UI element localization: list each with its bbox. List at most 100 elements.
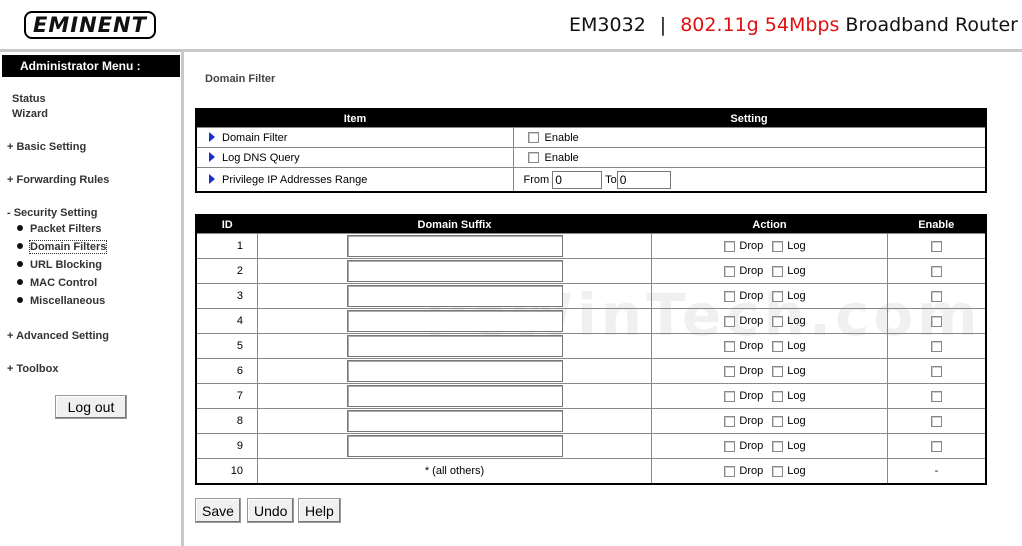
help-button[interactable]: Help	[298, 498, 341, 523]
log-label: Log	[787, 340, 806, 353]
drop-label: Drop	[739, 415, 764, 428]
column-header-domain-suffix: Domain Suffix	[257, 215, 652, 234]
enable-checkbox[interactable]	[931, 290, 942, 302]
enable-checkbox[interactable]	[931, 390, 942, 402]
domain-suffix-input[interactable]	[346, 410, 563, 432]
sidebar-item-forwarding-rules[interactable]: + Forwarding Rules	[7, 174, 109, 186]
domain-suffix-input[interactable]	[346, 310, 563, 332]
row-id: 8	[195, 408, 258, 434]
row-id: 5	[195, 333, 258, 359]
domain-filter-enable-checkbox[interactable]	[527, 132, 539, 144]
enable-checkbox[interactable]	[931, 340, 942, 352]
row-id: 7	[195, 383, 258, 409]
log-label: Log	[787, 315, 806, 328]
domain-suffix-input[interactable]	[346, 235, 563, 257]
log-checkbox[interactable]	[772, 340, 784, 352]
bullet-icon	[17, 243, 23, 250]
save-button[interactable]: Save	[195, 498, 241, 523]
drop-checkbox[interactable]	[724, 415, 736, 427]
drop-label: Drop	[739, 265, 764, 278]
domain-suffix-input[interactable]	[346, 260, 563, 282]
sidebar-subitem-url-blocking[interactable]: URL Blocking	[17, 259, 102, 271]
privilege-ip-to-input[interactable]	[616, 170, 671, 189]
drop-checkbox[interactable]	[724, 290, 736, 302]
drop-label: Drop	[739, 465, 764, 478]
sidebar-item-basic-setting[interactable]: + Basic Setting	[7, 141, 86, 153]
drop-label: Drop	[739, 365, 764, 378]
product-title: EM3032 | 802.11g 54Mbps Broadband Router	[569, 14, 1018, 36]
row-id: 10	[195, 458, 258, 485]
arrow-right-icon	[209, 173, 215, 184]
model-label: EM3032	[569, 14, 646, 36]
from-label: From	[523, 173, 550, 186]
drop-checkbox[interactable]	[724, 340, 736, 352]
sidebar-item-wizard[interactable]: Wizard	[12, 108, 48, 120]
table-row: 4 Drop Log	[195, 308, 987, 334]
log-dns-query-enable-checkbox[interactable]	[527, 152, 539, 164]
domain-suffix-input[interactable]	[346, 285, 563, 307]
domain-suffix-input[interactable]	[346, 385, 563, 407]
sidebar-item-advanced-setting[interactable]: + Advanced Setting	[7, 330, 109, 342]
arrow-right-icon	[209, 131, 215, 142]
log-label: Log	[787, 265, 806, 278]
log-label: Log	[787, 365, 806, 378]
enable-checkbox[interactable]	[931, 240, 942, 252]
log-checkbox[interactable]	[772, 390, 784, 402]
log-checkbox[interactable]	[772, 240, 784, 252]
table-row: 6 Drop Log	[195, 358, 987, 384]
enable-checkbox[interactable]	[931, 265, 942, 277]
domain-suffix-input[interactable]	[346, 335, 563, 357]
arrow-right-icon	[209, 151, 215, 162]
log-checkbox[interactable]	[772, 415, 784, 427]
log-label: Log	[787, 390, 806, 403]
drop-checkbox[interactable]	[724, 315, 736, 327]
log-checkbox[interactable]	[772, 465, 784, 477]
drop-checkbox[interactable]	[724, 240, 736, 252]
checkbox-label: Enable	[544, 151, 579, 164]
bullet-icon	[17, 225, 23, 232]
sidebar-item-status[interactable]: Status	[12, 93, 46, 105]
drop-label: Drop	[739, 340, 764, 353]
sidebar-subitem-mac-control[interactable]: MAC Control	[17, 277, 97, 289]
setting-label: Privilege IP Addresses Range	[222, 173, 368, 186]
drop-checkbox[interactable]	[724, 440, 736, 452]
domain-suffix-input[interactable]	[346, 360, 563, 382]
log-label: Log	[787, 415, 806, 428]
enable-checkbox[interactable]	[931, 365, 942, 377]
drop-label: Drop	[739, 315, 764, 328]
domain-suffix-input[interactable]	[346, 435, 563, 457]
domain-rows: 1 Drop Log 2 Drop Log 3 Drop Log 4 Drop Log 5 Drop Log…	[195, 233, 987, 459]
logout-button[interactable]: Log out	[55, 395, 127, 419]
sidebar-subitem-domain-filters[interactable]: Domain Filters	[17, 240, 108, 254]
enable-checkbox[interactable]	[931, 415, 942, 427]
sidebar-subitem-packet-filters[interactable]: Packet Filters	[17, 223, 102, 235]
eminent-logo: EMINENT	[24, 11, 156, 39]
title-separator: |	[659, 14, 667, 36]
log-label: Log	[787, 465, 806, 478]
table-row: 1 Drop Log	[195, 233, 987, 259]
bullet-icon	[17, 297, 23, 304]
admin-menu-header: Administrator Menu :	[2, 55, 180, 77]
enable-checkbox[interactable]	[931, 440, 942, 452]
setting-row-domain-filter: Domain Filter Enable	[195, 127, 987, 148]
drop-checkbox[interactable]	[724, 365, 736, 377]
undo-button[interactable]: Undo	[247, 498, 295, 523]
sidebar-item-toolbox[interactable]: + Toolbox	[7, 363, 58, 375]
log-checkbox[interactable]	[772, 440, 784, 452]
drop-checkbox[interactable]	[724, 265, 736, 277]
enable-checkbox[interactable]	[931, 315, 942, 327]
sidebar-item-security-setting[interactable]: - Security Setting	[7, 207, 97, 219]
privilege-ip-from-input[interactable]	[552, 170, 603, 189]
log-checkbox[interactable]	[772, 365, 784, 377]
sidebar-subitem-miscellaneous[interactable]: Miscellaneous	[17, 295, 105, 307]
table-row: 9 Drop Log	[195, 433, 987, 459]
log-label: Log	[787, 240, 806, 253]
log-checkbox[interactable]	[772, 265, 784, 277]
drop-label: Drop	[739, 390, 764, 403]
to-label: To	[605, 173, 617, 186]
log-checkbox[interactable]	[772, 315, 784, 327]
log-checkbox[interactable]	[772, 290, 784, 302]
log-label: Log	[787, 440, 806, 453]
drop-checkbox[interactable]	[724, 390, 736, 402]
drop-checkbox[interactable]	[724, 465, 736, 477]
